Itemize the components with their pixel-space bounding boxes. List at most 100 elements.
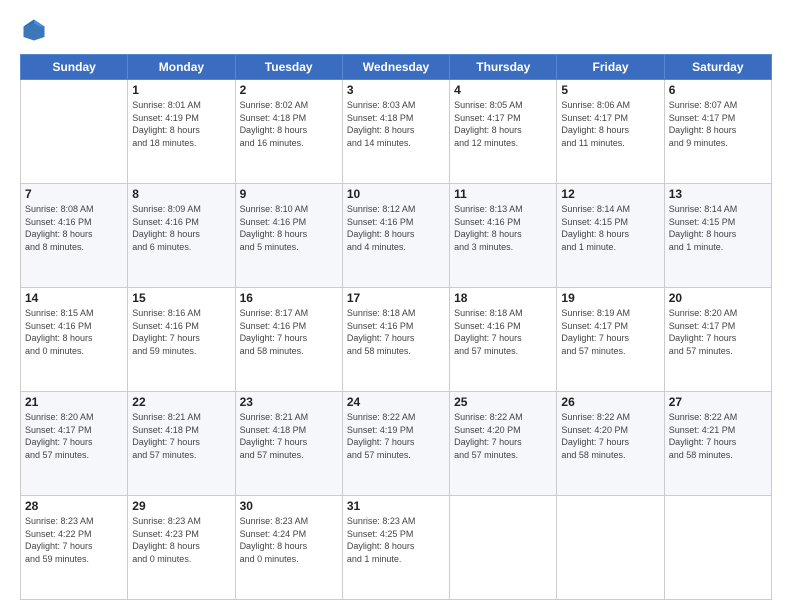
day-number: 27 xyxy=(669,395,767,409)
day-number: 5 xyxy=(561,83,659,97)
calendar-cell: 15 Sunrise: 8:16 AMSunset: 4:16 PMDayligh… xyxy=(128,288,235,392)
calendar-cell: 21 Sunrise: 8:20 AMSunset: 4:17 PMDayligh… xyxy=(21,392,128,496)
calendar-week-5: 28Sunrise: 8:23 AMSunset: 4:22 PMDayligh… xyxy=(21,496,772,600)
calendar-cell: 12Sunrise: 8:14 AMSunset: 4:15 PMDayligh… xyxy=(557,184,664,288)
weekday-header-monday: Monday xyxy=(128,55,235,80)
day-info: Sunrise: 8:09 AMSunset: 4:16 PMDaylight:… xyxy=(132,203,230,253)
page: SundayMondayTuesdayWednesdayThursdayFrid… xyxy=(0,0,792,612)
day-info: Sunrise: 8:06 AMSunset: 4:17 PMDaylight:… xyxy=(561,99,659,149)
day-number: 29 xyxy=(132,499,230,513)
day-number: 13 xyxy=(669,187,767,201)
day-number: 23 xyxy=(240,395,338,409)
day-info: Sunrise: 8:23 AMSunset: 4:25 PMDaylight:… xyxy=(347,515,445,565)
day-info: Sunrise: 8:03 AMSunset: 4:18 PMDaylight:… xyxy=(347,99,445,149)
calendar-cell: 27 Sunrise: 8:22 AMSunset: 4:21 PMDayligh… xyxy=(664,392,771,496)
day-info: Sunrise: 8:20 AMSunset: 4:17 PMDaylight:… xyxy=(669,307,767,357)
day-number: 26 xyxy=(561,395,659,409)
calendar-cell: 18Sunrise: 8:18 AMSunset: 4:16 PMDayligh… xyxy=(450,288,557,392)
day-info: Sunrise: 8:20 AMSunset: 4:17 PMDaylight:… xyxy=(25,411,123,461)
weekday-header-saturday: Saturday xyxy=(664,55,771,80)
day-info: Sunrise: 8:23 AMSunset: 4:23 PMDaylight:… xyxy=(132,515,230,565)
day-number: 16 xyxy=(240,291,338,305)
calendar-cell: 30 Sunrise: 8:23 AMSunset: 4:24 PMDayligh… xyxy=(235,496,342,600)
day-number: 2 xyxy=(240,83,338,97)
day-number: 9 xyxy=(240,187,338,201)
day-number: 10 xyxy=(347,187,445,201)
day-info: Sunrise: 8:15 AMSunset: 4:16 PMDaylight:… xyxy=(25,307,123,357)
day-number: 17 xyxy=(347,291,445,305)
weekday-header-row: SundayMondayTuesdayWednesdayThursdayFrid… xyxy=(21,55,772,80)
day-info: Sunrise: 8:02 AMSunset: 4:18 PMDaylight:… xyxy=(240,99,338,149)
calendar-week-1: 1 Sunrise: 8:01 AMSunset: 4:19 PMDaylight… xyxy=(21,80,772,184)
weekday-header-thursday: Thursday xyxy=(450,55,557,80)
day-info: Sunrise: 8:13 AMSunset: 4:16 PMDaylight:… xyxy=(454,203,552,253)
day-info: Sunrise: 8:16 AMSunset: 4:16 PMDaylight:… xyxy=(132,307,230,357)
day-info: Sunrise: 8:22 AMSunset: 4:19 PMDaylight:… xyxy=(347,411,445,461)
day-number: 30 xyxy=(240,499,338,513)
day-info: Sunrise: 8:21 AMSunset: 4:18 PMDaylight:… xyxy=(240,411,338,461)
calendar-cell: 16 Sunrise: 8:17 AMSunset: 4:16 PMDayligh… xyxy=(235,288,342,392)
day-number: 18 xyxy=(454,291,552,305)
weekday-header-tuesday: Tuesday xyxy=(235,55,342,80)
calendar-cell: 26 Sunrise: 8:22 AMSunset: 4:20 PMDayligh… xyxy=(557,392,664,496)
calendar-cell: 13 Sunrise: 8:14 AMSunset: 4:15 PMDayligh… xyxy=(664,184,771,288)
calendar-cell: 19 Sunrise: 8:19 AMSunset: 4:17 PMDayligh… xyxy=(557,288,664,392)
day-info: Sunrise: 8:10 AMSunset: 4:16 PMDaylight:… xyxy=(240,203,338,253)
logo-icon xyxy=(20,16,48,44)
day-info: Sunrise: 8:12 AMSunset: 4:16 PMDaylight:… xyxy=(347,203,445,253)
day-info: Sunrise: 8:22 AMSunset: 4:20 PMDaylight:… xyxy=(561,411,659,461)
day-number: 20 xyxy=(669,291,767,305)
calendar-cell xyxy=(21,80,128,184)
calendar-cell xyxy=(557,496,664,600)
calendar-cell: 9 Sunrise: 8:10 AMSunset: 4:16 PMDaylight… xyxy=(235,184,342,288)
calendar-week-2: 7 Sunrise: 8:08 AMSunset: 4:16 PMDaylight… xyxy=(21,184,772,288)
day-info: Sunrise: 8:19 AMSunset: 4:17 PMDaylight:… xyxy=(561,307,659,357)
day-number: 8 xyxy=(132,187,230,201)
day-info: Sunrise: 8:14 AMSunset: 4:15 PMDaylight:… xyxy=(669,203,767,253)
calendar-week-4: 21 Sunrise: 8:20 AMSunset: 4:17 PMDayligh… xyxy=(21,392,772,496)
day-number: 19 xyxy=(561,291,659,305)
day-info: Sunrise: 8:21 AMSunset: 4:18 PMDaylight:… xyxy=(132,411,230,461)
day-number: 6 xyxy=(669,83,767,97)
day-info: Sunrise: 8:01 AMSunset: 4:19 PMDaylight:… xyxy=(132,99,230,149)
calendar-cell: 5 Sunrise: 8:06 AMSunset: 4:17 PMDaylight… xyxy=(557,80,664,184)
calendar-cell: 2 Sunrise: 8:02 AMSunset: 4:18 PMDaylight… xyxy=(235,80,342,184)
day-info: Sunrise: 8:17 AMSunset: 4:16 PMDaylight:… xyxy=(240,307,338,357)
calendar-cell: 14 Sunrise: 8:15 AMSunset: 4:16 PMDayligh… xyxy=(21,288,128,392)
calendar-cell: 20 Sunrise: 8:20 AMSunset: 4:17 PMDayligh… xyxy=(664,288,771,392)
weekday-header-wednesday: Wednesday xyxy=(342,55,449,80)
calendar-cell: 28Sunrise: 8:23 AMSunset: 4:22 PMDayligh… xyxy=(21,496,128,600)
day-info: Sunrise: 8:22 AMSunset: 4:21 PMDaylight:… xyxy=(669,411,767,461)
calendar-cell: 23 Sunrise: 8:21 AMSunset: 4:18 PMDayligh… xyxy=(235,392,342,496)
day-number: 7 xyxy=(25,187,123,201)
weekday-header-friday: Friday xyxy=(557,55,664,80)
day-number: 15 xyxy=(132,291,230,305)
day-info: Sunrise: 8:18 AMSunset: 4:16 PMDaylight:… xyxy=(347,307,445,357)
calendar-cell: 10 Sunrise: 8:12 AMSunset: 4:16 PMDayligh… xyxy=(342,184,449,288)
calendar-cell xyxy=(450,496,557,600)
day-number: 1 xyxy=(132,83,230,97)
logo xyxy=(20,16,52,44)
calendar-cell: 3 Sunrise: 8:03 AMSunset: 4:18 PMDaylight… xyxy=(342,80,449,184)
day-number: 4 xyxy=(454,83,552,97)
day-number: 25 xyxy=(454,395,552,409)
header xyxy=(20,16,772,44)
calendar-cell xyxy=(664,496,771,600)
day-number: 14 xyxy=(25,291,123,305)
weekday-header-sunday: Sunday xyxy=(21,55,128,80)
day-number: 11 xyxy=(454,187,552,201)
day-number: 21 xyxy=(25,395,123,409)
calendar-cell: 8 Sunrise: 8:09 AMSunset: 4:16 PMDaylight… xyxy=(128,184,235,288)
day-info: Sunrise: 8:23 AMSunset: 4:24 PMDaylight:… xyxy=(240,515,338,565)
calendar-cell: 31 Sunrise: 8:23 AMSunset: 4:25 PMDayligh… xyxy=(342,496,449,600)
day-number: 31 xyxy=(347,499,445,513)
calendar-cell: 24 Sunrise: 8:22 AMSunset: 4:19 PMDayligh… xyxy=(342,392,449,496)
calendar-cell: 7 Sunrise: 8:08 AMSunset: 4:16 PMDaylight… xyxy=(21,184,128,288)
day-number: 24 xyxy=(347,395,445,409)
day-info: Sunrise: 8:08 AMSunset: 4:16 PMDaylight:… xyxy=(25,203,123,253)
day-number: 3 xyxy=(347,83,445,97)
calendar-cell: 6Sunrise: 8:07 AMSunset: 4:17 PMDaylight… xyxy=(664,80,771,184)
day-number: 22 xyxy=(132,395,230,409)
day-info: Sunrise: 8:23 AMSunset: 4:22 PMDaylight:… xyxy=(25,515,123,565)
calendar-cell: 11 Sunrise: 8:13 AMSunset: 4:16 PMDayligh… xyxy=(450,184,557,288)
